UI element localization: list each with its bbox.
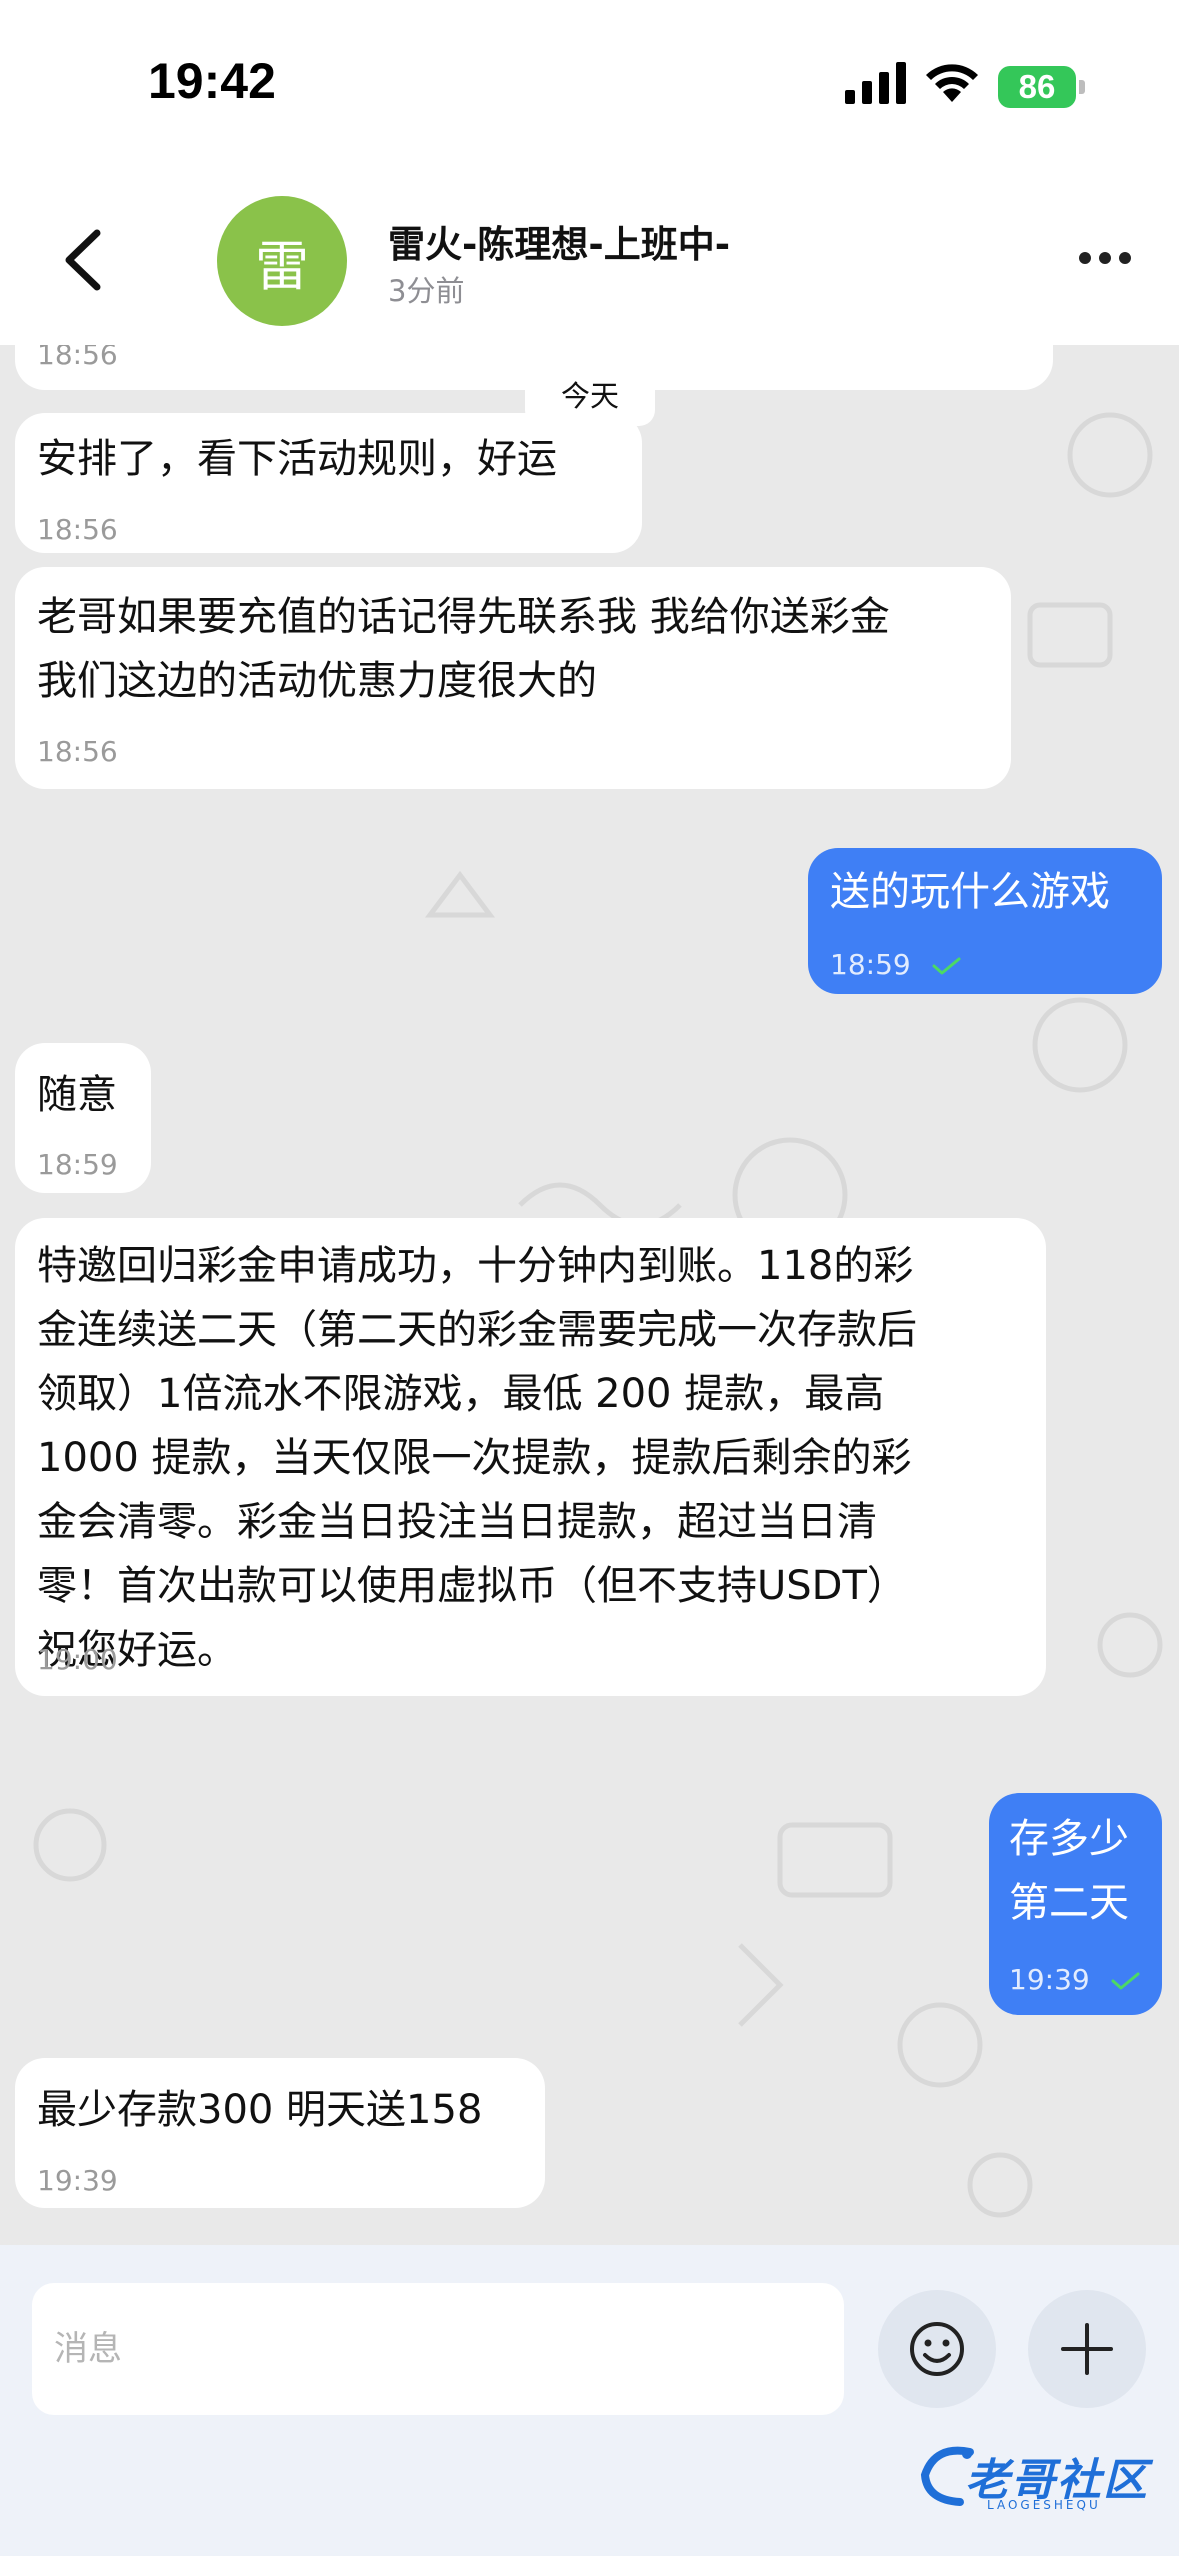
message-bubble-outgoing[interactable]: 送的玩什么游戏 18:59 bbox=[808, 848, 1162, 994]
message-text: 安排了，看下活动规则，好运 bbox=[37, 436, 557, 482]
message-time: 18:59 bbox=[37, 1148, 118, 1181]
status-time: 19:42 bbox=[148, 53, 276, 109]
more-options-icon[interactable] bbox=[1075, 252, 1135, 276]
message-meta: 18:59 bbox=[830, 948, 962, 982]
dot bbox=[1119, 252, 1131, 264]
wifi-icon bbox=[926, 64, 978, 102]
battery-tip bbox=[1079, 80, 1085, 94]
message-time: 19:00 bbox=[37, 1643, 118, 1676]
message-text: 最少存款300 明天送158 bbox=[37, 2087, 483, 2133]
message-bubble-outgoing[interactable]: 存多少 第二天 19:39 bbox=[989, 1793, 1162, 2015]
chat-history[interactable]: 18:56 今天 安排了，看下活动规则，好运 18:56 老哥如果要充值的话记得… bbox=[0, 345, 1179, 2245]
message-time: 18:56 bbox=[37, 345, 118, 371]
emoji-icon bbox=[910, 2322, 964, 2376]
message-bubble-incoming[interactable]: 随意 18:59 bbox=[15, 1043, 151, 1193]
message-bubble-incoming[interactable]: 特邀回归彩金申请成功，十分钟内到账。118的彩 金连续送二天（第二天的彩金需要完… bbox=[15, 1218, 1046, 1696]
back-arrow-icon[interactable] bbox=[55, 225, 115, 295]
watermark-logo: 老哥社区 LAOGESHEQU bbox=[915, 2440, 1165, 2520]
cellular-signal-icon bbox=[845, 62, 906, 104]
message-bubble-incoming[interactable]: 最少存款300 明天送158 19:39 bbox=[15, 2058, 545, 2208]
message-time: 18:56 bbox=[37, 513, 118, 546]
watermark-subtext: LAOGESHEQU bbox=[987, 2498, 1101, 2512]
last-seen: 3分前 bbox=[388, 274, 465, 308]
message-time: 19:39 bbox=[37, 2164, 118, 2197]
battery-icon: 86 bbox=[998, 66, 1076, 108]
dot bbox=[1079, 252, 1091, 264]
message-meta: 19:39 bbox=[1009, 1963, 1141, 1997]
message-text: 特邀回归彩金申请成功，十分钟内到账。118的彩 金连续送二天（第二天的彩金需要完… bbox=[37, 1243, 917, 1673]
emoji-button[interactable] bbox=[878, 2290, 996, 2408]
read-check-icon bbox=[932, 957, 961, 975]
message-composer: 老哥社区 LAOGESHEQU bbox=[0, 2245, 1179, 2556]
message-time: 18:59 bbox=[830, 948, 911, 981]
plus-icon bbox=[1061, 2323, 1113, 2375]
message-bubble-incoming[interactable]: 安排了，看下活动规则，好运 18:56 bbox=[15, 413, 642, 553]
message-time: 19:39 bbox=[1009, 1963, 1090, 1996]
message-input[interactable] bbox=[32, 2283, 844, 2415]
read-check-icon bbox=[1111, 1972, 1140, 1990]
attach-button[interactable] bbox=[1028, 2290, 1146, 2408]
status-bar: 19:42 86 bbox=[0, 0, 1179, 170]
avatar[interactable]: 雷 bbox=[217, 196, 347, 326]
contact-name[interactable]: 雷火-陈理想-上班中- bbox=[388, 214, 730, 268]
message-bubble-incoming[interactable]: 老哥如果要充值的话记得先联系我 我给你送彩金 我们这边的活动优惠力度很大的 18… bbox=[15, 567, 1011, 789]
dot bbox=[1099, 252, 1111, 264]
chat-header: 雷 雷火-陈理想-上班中- 3分前 bbox=[0, 170, 1179, 345]
message-text: 存多少 第二天 bbox=[1009, 1816, 1129, 1926]
message-text: 送的玩什么游戏 bbox=[830, 869, 1110, 915]
message-text: 随意 bbox=[37, 1072, 117, 1118]
battery-level: 86 bbox=[1018, 68, 1056, 105]
message-time: 18:56 bbox=[37, 735, 118, 768]
message-text: 老哥如果要充值的话记得先联系我 我给你送彩金 我们这边的活动优惠力度很大的 bbox=[37, 594, 890, 704]
